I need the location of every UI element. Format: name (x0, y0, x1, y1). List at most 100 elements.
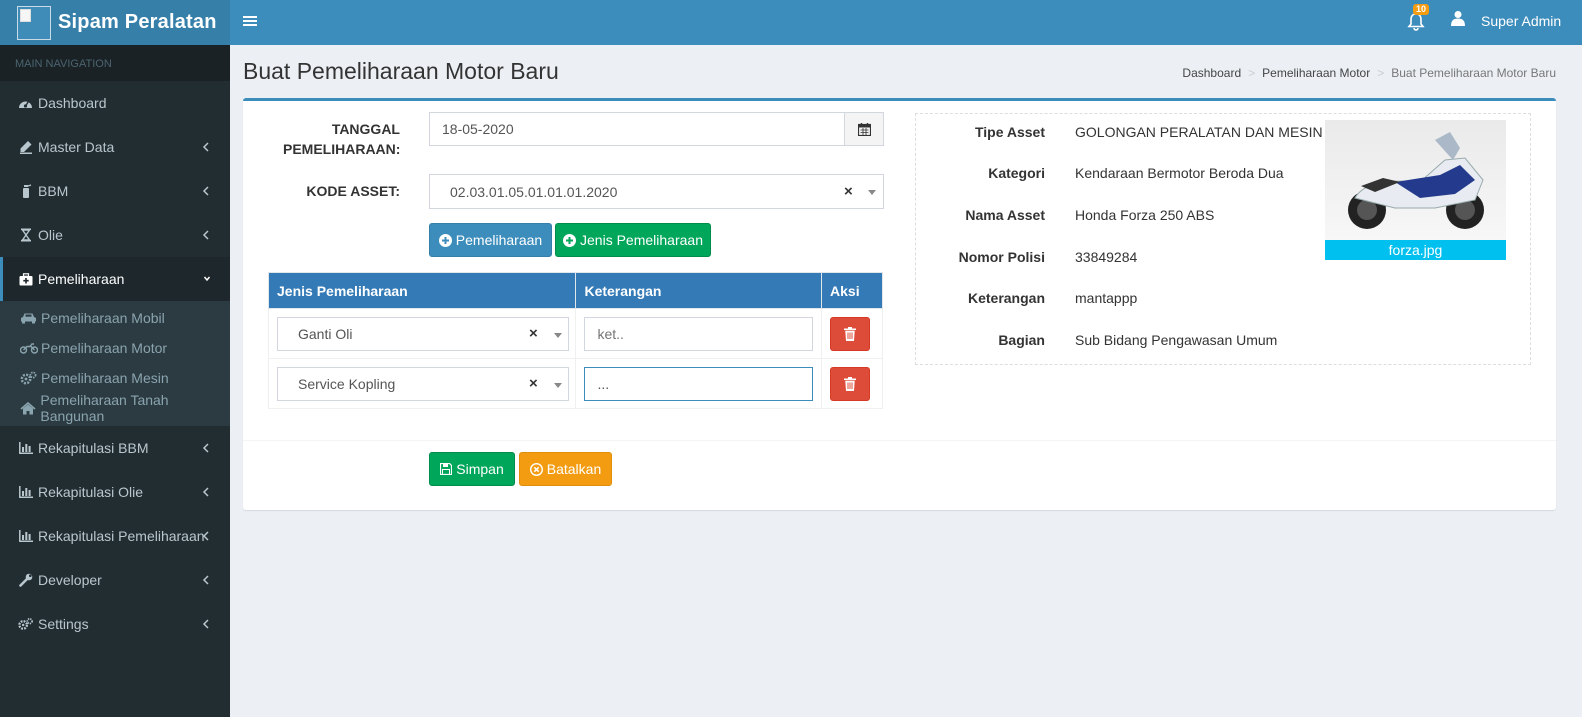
chevron-left-icon (202, 531, 209, 541)
logo-image (17, 5, 51, 40)
keterangan-input[interactable]: ... (584, 367, 814, 401)
sidebar-header: MAIN NAVIGATION (0, 45, 230, 81)
motorcycle-image (1348, 132, 1484, 229)
bar-chart-icon (18, 441, 33, 456)
clear-icon[interactable]: × (844, 183, 853, 200)
bagian-label: Bagian (998, 332, 1045, 348)
sidebar-subitem-pemeliharaan-tanah-bangunan[interactable]: Pemeliharaan Tanah Bangunan (0, 392, 230, 424)
nama-asset-value: Honda Forza 250 ABS (1075, 207, 1215, 223)
caret-down-icon (554, 383, 562, 388)
sidebar-subitem-pemeliharaan-mesin[interactable]: Pemeliharaan Mesin (0, 363, 230, 393)
plus-circle-icon (438, 233, 452, 247)
calendar-button[interactable] (844, 112, 884, 146)
chevron-left-icon (202, 575, 209, 585)
sidebar-item-label: Rekapitulasi Olie (38, 484, 144, 500)
form-box: TANGGAL PEMELIHARAAN: 18-05-2020 KODE AS… (243, 98, 1556, 510)
sidebar-item-label: Developer (38, 572, 102, 588)
sidebar-toggle-icon[interactable] (243, 14, 257, 30)
sidebar-item-settings[interactable]: Settings (0, 602, 230, 646)
user-icon[interactable] (1451, 10, 1465, 26)
sidebar-item-label: Rekapitulasi BBM (38, 440, 149, 456)
cogs-icon (20, 371, 38, 385)
sidebar-item-label: Pemeliharaan (38, 271, 125, 287)
asset-info-panel: Tipe Asset GOLONGAN PERALATAN DAN MESIN … (915, 113, 1531, 365)
notification-badge: 10 (1413, 4, 1430, 15)
sidebar: MAIN NAVIGATION Dashboard Master Data BB… (0, 45, 230, 717)
bar-chart-icon (18, 485, 33, 500)
edit-icon (18, 140, 33, 155)
photo-caption[interactable]: forza.jpg (1325, 240, 1506, 260)
tipe-asset-value: GOLONGAN PERALATAN DAN MESIN (1075, 124, 1323, 140)
kode-asset-label: KODE ASSET: (306, 183, 400, 199)
logo[interactable]: Sipam Peralatan (0, 0, 230, 45)
car-icon (20, 311, 38, 325)
sidebar-item-rekapitulasi-pemeliharaan[interactable]: Rekapitulasi Pemeliharaan (0, 514, 230, 558)
column-header: Jenis Pemeliharaan (267, 272, 577, 309)
chevron-left-icon (202, 443, 209, 453)
kode-asset-select[interactable]: 02.03.01.05.01.01.01.2020 × (429, 174, 884, 209)
keterangan-cell: ... (575, 358, 823, 409)
add-jenis-pemeliharaan-button[interactable]: Jenis Pemeliharaan (555, 223, 711, 257)
sidebar-item-rekapitulasi-olie[interactable]: Rekapitulasi Olie (0, 470, 230, 514)
sidebar-item-olie[interactable]: Olie (0, 213, 230, 257)
chevron-down-icon (203, 276, 211, 282)
bagian-value: Sub Bidang Pengawasan Umum (1075, 332, 1278, 348)
tanggal-label: TANGGAL PEMELIHARAAN: (283, 121, 401, 157)
sidebar-item-pemeliharaan[interactable]: Pemeliharaan (0, 257, 230, 301)
sidebar-item-label: BBM (38, 183, 69, 199)
tipe-asset-label: Tipe Asset (974, 124, 1045, 140)
sidebar-item-dashboard[interactable]: Dashboard (0, 81, 230, 125)
asset-photo (1325, 120, 1506, 240)
chevron-left-icon (202, 487, 209, 497)
keterangan-cell (575, 308, 823, 359)
sidebar-subitem-pemeliharaan-motor[interactable]: Pemeliharaan Motor (0, 333, 230, 363)
bell-icon[interactable] (1406, 12, 1426, 32)
sidebar-item-master-data[interactable]: Master Data (0, 125, 230, 169)
tanggal-input[interactable]: 18-05-2020 (429, 112, 845, 146)
sidebar-item-label: Rekapitulasi Pemeliharaan (38, 528, 205, 544)
breadcrumb-pemeliharaan-motor[interactable]: Pemeliharaan Motor (1262, 66, 1370, 80)
dashboard-icon (18, 96, 33, 111)
sidebar-subitem-label: Pemeliharaan Tanah Bangunan (40, 392, 169, 424)
clear-icon[interactable]: × (529, 325, 538, 342)
jenis-cell: Service Kopling × (267, 358, 577, 409)
plus-circle-icon (563, 233, 577, 247)
save-icon (440, 463, 453, 475)
home-icon (20, 401, 37, 415)
delete-row-button[interactable] (830, 317, 871, 351)
chevron-left-icon (202, 230, 209, 240)
sidebar-item-rekapitulasi-bbm[interactable]: Rekapitulasi BBM (0, 426, 230, 470)
table-row: Service Kopling × ... (267, 358, 883, 409)
jenis-select[interactable]: Service Kopling × (277, 367, 569, 401)
sidebar-item-bbm[interactable]: BBM (0, 169, 230, 213)
clear-icon[interactable]: × (529, 375, 538, 392)
breadcrumb-current: Buat Pemeliharaan Motor Baru (1391, 66, 1556, 80)
fire-extinguisher-icon (18, 184, 33, 199)
delete-row-button[interactable] (830, 367, 871, 401)
user-menu[interactable]: Super Admin (1481, 13, 1561, 29)
breadcrumb-separator: > (1377, 66, 1385, 80)
medkit-icon (18, 272, 33, 287)
keterangan-label: Keterangan (967, 290, 1045, 306)
add-pemeliharaan-button[interactable]: Pemeliharaan (429, 223, 552, 257)
sidebar-item-developer[interactable]: Developer (0, 558, 230, 602)
simpan-button[interactable]: Simpan (429, 452, 515, 486)
page-title: Buat Pemeliharaan Motor Baru (243, 58, 559, 84)
sidebar-item-label: Master Data (38, 139, 115, 155)
batalkan-button[interactable]: Batalkan (519, 452, 612, 486)
sidebar-subitem-label: Pemeliharaan Mesin (41, 370, 169, 386)
sidebar-subitem-pemeliharaan-mobil[interactable]: Pemeliharaan Mobil (0, 303, 230, 333)
breadcrumb-dashboard[interactable]: Dashboard (1182, 66, 1241, 80)
breadcrumb-separator: > (1248, 66, 1256, 80)
keterangan-input[interactable] (584, 317, 814, 351)
sidebar-item-label: Olie (38, 227, 63, 243)
sidebar-item-label: Settings (38, 616, 89, 632)
column-header: Keterangan (575, 272, 823, 309)
sidebar-subitem-label: Pemeliharaan Mobil (41, 310, 165, 326)
form-divider (243, 440, 1556, 441)
caret-down-icon (868, 190, 876, 195)
sidebar-submenu-pemeliharaan: Pemeliharaan Mobil Pemeliharaan Motor Pe… (0, 301, 230, 426)
sidebar-item-label: Dashboard (38, 95, 107, 111)
jenis-select[interactable]: Ganti Oli × (277, 317, 569, 351)
chevron-left-icon (202, 186, 209, 196)
